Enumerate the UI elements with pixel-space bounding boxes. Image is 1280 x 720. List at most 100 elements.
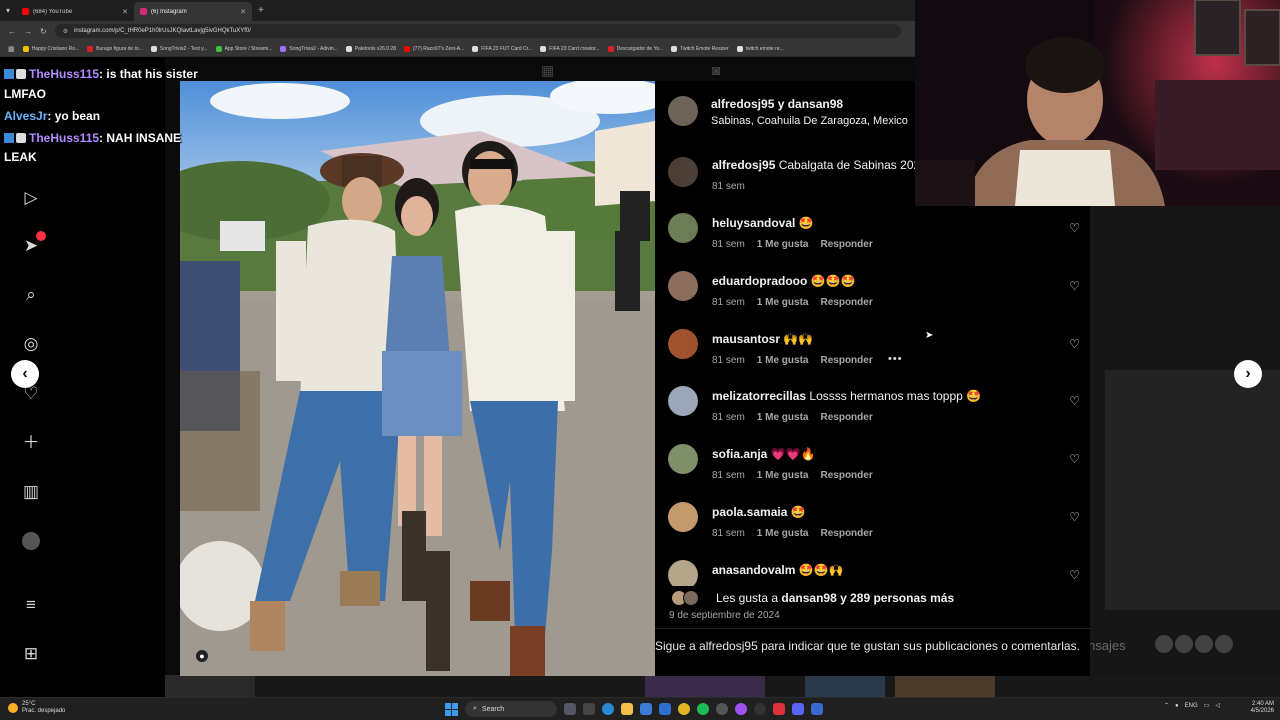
reload-icon[interactable]: ↻	[40, 27, 47, 36]
reply-button[interactable]: Responder	[820, 355, 872, 366]
profile-avatar[interactable]	[20, 529, 42, 551]
clock[interactable]: 2:40 AM 4/5/2026	[1244, 701, 1274, 715]
likes-user[interactable]: dansan98	[781, 591, 836, 605]
tab-search-icon[interactable]: ▾	[6, 6, 10, 15]
likes-suffix[interactable]: y 289 personas más	[837, 591, 954, 605]
commenter-avatar[interactable]	[668, 444, 698, 475]
like-heart-icon[interactable]: ♡	[1069, 337, 1080, 351]
url-field[interactable]: ⚙ instagram.com/p/C_tHR0eP1h0lrUsJKQIavt…	[54, 24, 901, 38]
comment-user[interactable]: mausantosr	[712, 332, 780, 346]
like-heart-icon[interactable]: ♡	[1069, 510, 1080, 524]
bookmark-item[interactable]: Happy Cristiano Ro...	[22, 45, 79, 52]
new-tab-button[interactable]: +	[258, 5, 264, 16]
weather-widget[interactable]: 25°C Prac. despejado	[8, 701, 65, 715]
comment-user[interactable]: sofia.anja	[712, 447, 767, 461]
file-explorer-icon[interactable]	[621, 703, 633, 715]
post-authors[interactable]: alfredosj95 y dansan98	[711, 97, 843, 111]
like-heart-icon[interactable]: ♡	[1069, 221, 1080, 235]
commenter-avatar[interactable]	[668, 386, 698, 417]
author-avatar[interactable]	[668, 96, 698, 126]
spotify-icon[interactable]	[697, 703, 709, 715]
comment-likes[interactable]: 1 Me gusta	[757, 412, 809, 423]
messenger-icon[interactable]	[735, 703, 747, 715]
task-view-icon[interactable]	[583, 703, 595, 715]
bookmark-item[interactable]: Paletools v26.0.28	[345, 45, 396, 52]
app-icon[interactable]	[773, 703, 785, 715]
create-icon[interactable]: ＋	[20, 432, 42, 454]
more-options-icon[interactable]: •••	[888, 353, 903, 365]
tab-youtube[interactable]: (684) YouTube ✕	[16, 2, 134, 21]
edge-icon[interactable]	[602, 703, 614, 715]
bookmark-item[interactable]: Descargador de Yo...	[607, 45, 663, 52]
app-icon-2[interactable]	[811, 703, 823, 715]
language-indicator[interactable]: ENG	[1185, 703, 1198, 709]
reply-button[interactable]: Responder	[820, 297, 872, 308]
back-icon[interactable]: ←	[8, 27, 16, 36]
likes-text[interactable]: Les gusta a dansan98 y 289 personas más	[716, 591, 954, 605]
comment-likes[interactable]: 1 Me gusta	[757, 355, 809, 366]
start-icon[interactable]	[445, 702, 458, 716]
direct-messages-icon[interactable]: ➤	[20, 231, 46, 257]
like-heart-icon[interactable]: ♡	[1069, 452, 1080, 466]
more-apps-icon[interactable]: ⊞	[20, 643, 42, 665]
bookmark-item[interactable]: twitch emote re...	[736, 45, 784, 52]
like-heart-icon[interactable]: ♡	[1069, 568, 1080, 582]
commenter-avatar[interactable]	[668, 270, 698, 301]
chat-username[interactable]: TheHuss115	[29, 131, 99, 145]
widget-icon[interactable]	[564, 703, 576, 715]
chevron-up-icon[interactable]: ⌃	[1164, 702, 1169, 709]
comment-user[interactable]: heluysandoval	[712, 216, 795, 230]
like-heart-icon[interactable]: ♡	[1069, 279, 1080, 293]
discord-icon[interactable]	[792, 703, 804, 715]
comment-user[interactable]: melizatorrecillas	[712, 389, 806, 403]
comment-likes[interactable]: 1 Me gusta	[757, 528, 809, 539]
site-info-icon[interactable]: ⚙	[63, 28, 68, 35]
close-tab-icon[interactable]: ✕	[122, 8, 128, 16]
comment-user[interactable]: anasandovalm	[712, 563, 795, 577]
previous-post-button[interactable]: ‹	[11, 360, 39, 388]
network-icon[interactable]: ▭	[1204, 702, 1210, 709]
comment-likes[interactable]: 1 Me gusta	[757, 239, 809, 250]
chat-username[interactable]: AlvesJr	[4, 109, 47, 123]
bookmark-item[interactable]: SongTrivia2 - Test y...	[150, 45, 208, 52]
chrome-icon[interactable]	[678, 703, 690, 715]
comment-user[interactable]: paola.samaia	[712, 505, 787, 519]
bookmark-item[interactable]: Burago figura de to...	[87, 45, 143, 52]
forward-icon[interactable]: →	[24, 27, 32, 36]
grid-icon[interactable]: ▦	[541, 62, 554, 79]
next-post-button[interactable]: ›	[1234, 360, 1262, 388]
reply-button[interactable]: Responder	[820, 239, 872, 250]
bookmark-item[interactable]: FIFA 23 FUT Card Cr...	[472, 45, 532, 52]
bookmark-item[interactable]: App Store / Streami...	[215, 45, 272, 52]
messages-label[interactable]: nsajes	[1088, 638, 1126, 653]
caption-user[interactable]: alfredosj95	[712, 158, 775, 172]
reels-icon[interactable]: ▷	[20, 187, 42, 209]
mail-icon[interactable]	[659, 703, 671, 715]
tab-instagram[interactable]: (6) Instagram ✕	[134, 2, 253, 21]
dashboard-icon[interactable]: ▥	[20, 481, 42, 503]
close-tab-icon[interactable]: ✕	[240, 8, 246, 16]
chat-username[interactable]: TheHuss115	[29, 67, 99, 81]
comment-user[interactable]: eduardopradooo	[712, 274, 807, 288]
caption-avatar[interactable]	[668, 157, 698, 187]
volume-icon[interactable]: ◁	[1215, 702, 1220, 709]
commenter-avatar[interactable]	[668, 213, 698, 243]
commenter-avatar[interactable]	[668, 502, 698, 532]
bookmark-item[interactable]: Twitch Emote Resizer	[671, 45, 729, 52]
explore-icon[interactable]: ◎	[20, 333, 42, 355]
search-icon[interactable]: ⌕	[20, 284, 42, 306]
post-location[interactable]: Sabinas, Coahuila De Zaragoza, Mexico	[711, 115, 908, 127]
xbox-icon[interactable]	[716, 703, 728, 715]
mic-icon[interactable]: ●	[1175, 703, 1179, 709]
bookmark-item[interactable]: FIFA 23 Card creator...	[540, 45, 600, 52]
menu-icon[interactable]: ≡	[20, 594, 42, 616]
camera-icon[interactable]: ◙	[712, 62, 720, 78]
reply-button[interactable]: Responder	[820, 528, 872, 539]
tagged-users-icon[interactable]: ●	[196, 650, 208, 662]
commenter-avatar[interactable]	[668, 328, 698, 359]
apps-icon[interactable]: ▦	[8, 45, 15, 53]
bookmark-item[interactable]: (77) Razo97's Zest-A...	[403, 45, 464, 52]
reply-button[interactable]: Responder	[820, 470, 872, 481]
obs-icon[interactable]	[754, 703, 766, 715]
comment-likes[interactable]: 1 Me gusta	[757, 297, 809, 308]
